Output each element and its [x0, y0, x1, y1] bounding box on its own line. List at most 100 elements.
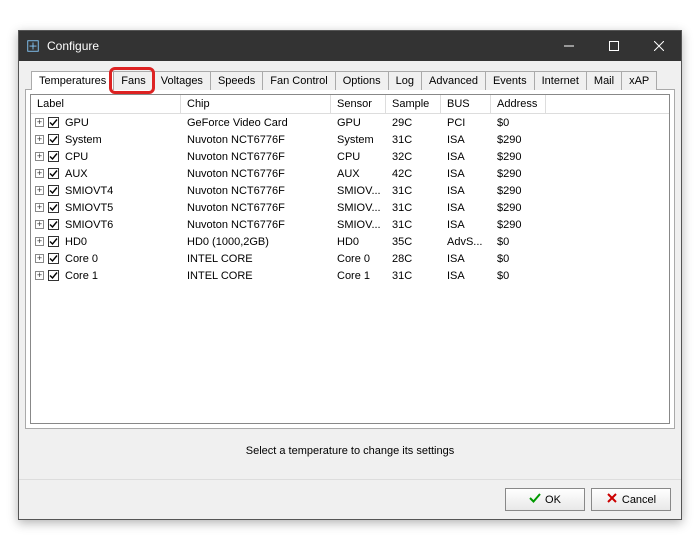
cell-address: $290 — [491, 168, 546, 180]
ok-button[interactable]: OK — [505, 488, 585, 511]
row-label-text: SMIOVT5 — [65, 202, 113, 214]
cell-sample: 31C — [386, 202, 441, 214]
row-checkbox[interactable] — [48, 168, 59, 179]
col-header-sensor[interactable]: Sensor — [331, 95, 386, 113]
cell-label: + System — [31, 134, 181, 146]
tab-fan-control[interactable]: Fan Control — [262, 71, 335, 90]
expand-icon[interactable]: + — [35, 186, 44, 195]
expand-icon[interactable]: + — [35, 237, 44, 246]
tabs-bar: TemperaturesFansVoltagesSpeedsFan Contro… — [25, 67, 675, 90]
cell-sample: 31C — [386, 134, 441, 146]
cell-sensor: Core 0 — [331, 253, 386, 265]
table-row[interactable]: +AUXNuvoton NCT6776FAUX42CISA$290 — [31, 165, 669, 182]
row-checkbox[interactable] — [48, 117, 59, 128]
minimize-button[interactable] — [546, 31, 591, 61]
row-checkbox[interactable] — [48, 151, 59, 162]
cell-sensor: CPU — [331, 151, 386, 163]
tab-voltages[interactable]: Voltages — [153, 71, 211, 90]
tab-events[interactable]: Events — [485, 71, 535, 90]
cell-bus: ISA — [441, 185, 491, 197]
cell-label: + SMIOVT5 — [31, 202, 181, 214]
row-label-text: CPU — [65, 151, 88, 163]
cell-label: + SMIOVT6 — [31, 219, 181, 231]
table-body: +GPUGeForce Video CardGPU29CPCI$0+System… — [31, 114, 669, 284]
cell-bus: ISA — [441, 202, 491, 214]
cell-sample: 42C — [386, 168, 441, 180]
cell-sensor: SMIOV... — [331, 185, 386, 197]
expand-icon[interactable]: + — [35, 118, 44, 127]
col-header-bus[interactable]: BUS — [441, 95, 491, 113]
row-checkbox[interactable] — [48, 236, 59, 247]
cell-chip: Nuvoton NCT6776F — [181, 151, 331, 163]
row-label-text: HD0 — [65, 236, 87, 248]
cancel-button[interactable]: Cancel — [591, 488, 671, 511]
cell-label: + SMIOVT4 — [31, 185, 181, 197]
cell-sample: 31C — [386, 219, 441, 231]
row-checkbox[interactable] — [48, 202, 59, 213]
close-button[interactable] — [636, 31, 681, 61]
tab-log[interactable]: Log — [388, 71, 422, 90]
table-row[interactable]: +SMIOVT6Nuvoton NCT6776FSMIOV...31CISA$2… — [31, 216, 669, 233]
row-checkbox[interactable] — [48, 253, 59, 264]
cell-chip: INTEL CORE — [181, 270, 331, 282]
cell-sensor: GPU — [331, 117, 386, 129]
expand-icon[interactable]: + — [35, 220, 44, 229]
row-label-text: System — [65, 134, 102, 146]
expand-icon[interactable]: + — [35, 169, 44, 178]
cell-sample: 35C — [386, 236, 441, 248]
table-row[interactable]: +SystemNuvoton NCT6776FSystem31CISA$290 — [31, 131, 669, 148]
cell-label: + Core 0 — [31, 253, 181, 265]
row-checkbox[interactable] — [48, 134, 59, 145]
cell-chip: Nuvoton NCT6776F — [181, 202, 331, 214]
tab-speeds[interactable]: Speeds — [210, 71, 263, 90]
cell-address: $290 — [491, 134, 546, 146]
table-row[interactable]: +SMIOVT4Nuvoton NCT6776FSMIOV...31CISA$2… — [31, 182, 669, 199]
cell-chip: Nuvoton NCT6776F — [181, 219, 331, 231]
table-row[interactable]: +GPUGeForce Video CardGPU29CPCI$0 — [31, 114, 669, 131]
col-header-sample[interactable]: Sample — [386, 95, 441, 113]
tab-options[interactable]: Options — [335, 71, 389, 90]
col-header-chip[interactable]: Chip — [181, 95, 331, 113]
cell-address: $290 — [491, 185, 546, 197]
table-row[interactable]: +Core 1INTEL CORECore 131CISA$0 — [31, 267, 669, 284]
table-row[interactable]: +SMIOVT5Nuvoton NCT6776FSMIOV...31CISA$2… — [31, 199, 669, 216]
table-row[interactable]: +Core 0INTEL CORECore 028CISA$0 — [31, 250, 669, 267]
tab-internet[interactable]: Internet — [534, 71, 587, 90]
row-checkbox[interactable] — [48, 219, 59, 230]
row-label-text: GPU — [65, 117, 89, 129]
row-checkbox[interactable] — [48, 270, 59, 281]
row-checkbox[interactable] — [48, 185, 59, 196]
col-header-label[interactable]: Label — [31, 95, 181, 113]
tab-advanced[interactable]: Advanced — [421, 71, 486, 90]
content-area: TemperaturesFansVoltagesSpeedsFan Contro… — [19, 61, 681, 479]
expand-icon[interactable]: + — [35, 152, 44, 161]
col-header-address[interactable]: Address — [491, 95, 546, 113]
cell-chip: Nuvoton NCT6776F — [181, 168, 331, 180]
cell-sensor: SMIOV... — [331, 202, 386, 214]
expand-icon[interactable]: + — [35, 254, 44, 263]
tab-fans[interactable]: Fans — [113, 71, 153, 90]
app-icon — [25, 38, 41, 54]
expand-icon[interactable]: + — [35, 135, 44, 144]
expand-icon[interactable]: + — [35, 271, 44, 280]
cell-address: $0 — [491, 270, 546, 282]
tab-xap[interactable]: xAP — [621, 71, 657, 90]
table-row[interactable]: +HD0HD0 (1000,2GB)HD035CAdvS...$0 — [31, 233, 669, 250]
row-label-text: Core 0 — [65, 253, 98, 265]
row-label-text: SMIOVT6 — [65, 219, 113, 231]
cell-sensor: SMIOV... — [331, 219, 386, 231]
row-label-text: AUX — [65, 168, 88, 180]
check-icon — [529, 492, 541, 507]
tab-mail[interactable]: Mail — [586, 71, 622, 90]
table-header: Label Chip Sensor Sample BUS Address — [31, 95, 669, 114]
expand-icon[interactable]: + — [35, 203, 44, 212]
row-label-text: SMIOVT4 — [65, 185, 113, 197]
cell-bus: PCI — [441, 117, 491, 129]
cell-label: +Core 1 — [31, 270, 181, 282]
cell-sensor: HD0 — [331, 236, 386, 248]
tab-temperatures[interactable]: Temperatures — [31, 71, 114, 90]
cell-bus: ISA — [441, 270, 491, 282]
table-row[interactable]: +CPUNuvoton NCT6776FCPU32CISA$290 — [31, 148, 669, 165]
maximize-button[interactable] — [591, 31, 636, 61]
cell-bus: ISA — [441, 219, 491, 231]
